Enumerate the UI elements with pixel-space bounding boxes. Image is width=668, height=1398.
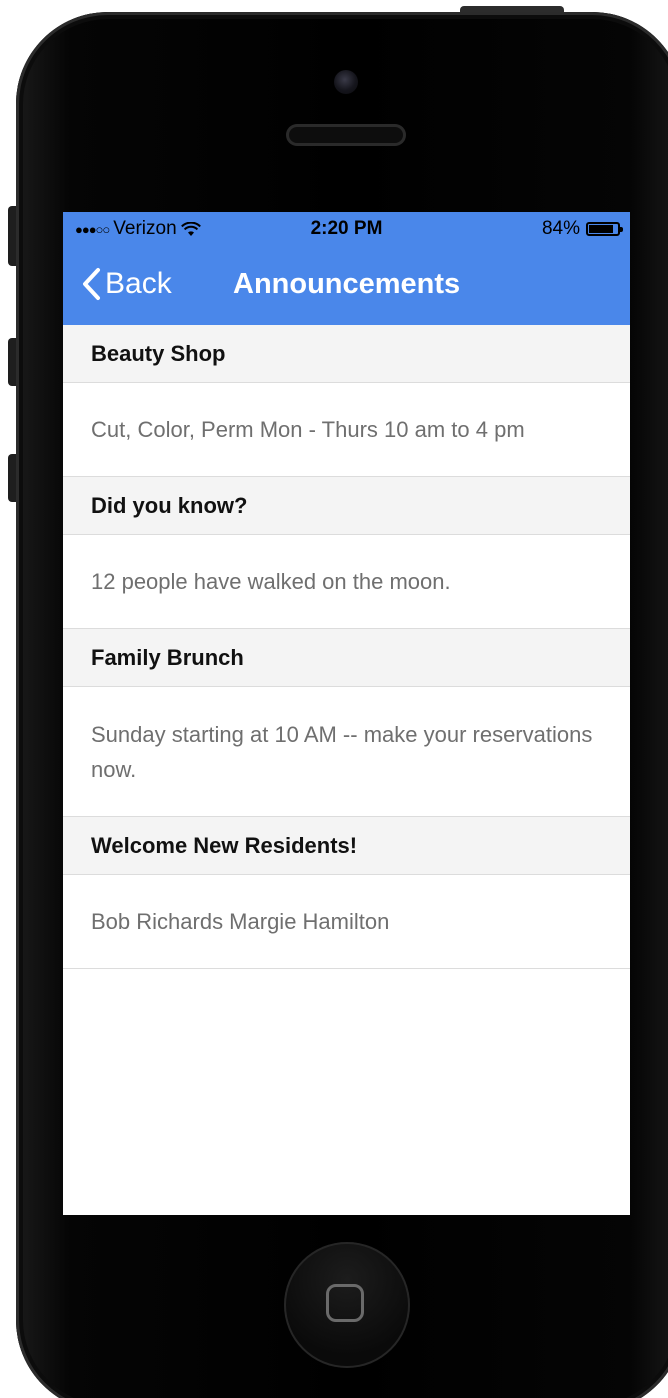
announcement-text: Sunday starting at 10 AM -- make your re… (91, 721, 593, 782)
back-label: Back (105, 267, 172, 300)
home-square-icon (326, 1284, 364, 1322)
earpiece-speaker (286, 124, 406, 146)
announcement-body[interactable]: Bob Richards Margie Hamilton (63, 875, 630, 969)
home-button[interactable] (284, 1242, 410, 1368)
back-button[interactable]: Back (79, 266, 172, 302)
announcement-title: Family Brunch (63, 629, 630, 687)
stage: ●●●○○ Verizon 2:20 PM 84% Back Announcem… (0, 0, 668, 1398)
announcement-body[interactable]: Sunday starting at 10 AM -- make your re… (63, 687, 630, 817)
announcement-body[interactable]: 12 people have walked on the moon. (63, 535, 630, 629)
chevron-left-icon (83, 268, 100, 300)
announcement-title: Did you know? (63, 477, 630, 535)
announcement-title: Welcome New Residents! (63, 817, 630, 875)
front-camera (334, 70, 358, 94)
announcement-body[interactable]: Cut, Color, Perm Mon - Thurs 10 am to 4 … (63, 383, 630, 477)
announcement-text: Bob Richards Margie Hamilton (91, 909, 390, 934)
navigation-bar: Back Announcements (63, 246, 630, 325)
announcement-text: 12 people have walked on the moon. (91, 569, 451, 594)
status-bar: ●●●○○ Verizon 2:20 PM 84% (63, 212, 630, 246)
announcement-title: Beauty Shop (63, 325, 630, 383)
announcement-text: Cut, Color, Perm Mon - Thurs 10 am to 4 … (91, 417, 525, 442)
battery-percent: 84% (541, 218, 580, 239)
battery-status: 84% (541, 218, 623, 240)
battery-fill (589, 225, 613, 233)
page-title: Announcements (233, 268, 461, 300)
phone-screen: ●●●○○ Verizon 2:20 PM 84% Back Announcem… (63, 212, 630, 1215)
battery-icon (586, 222, 623, 236)
